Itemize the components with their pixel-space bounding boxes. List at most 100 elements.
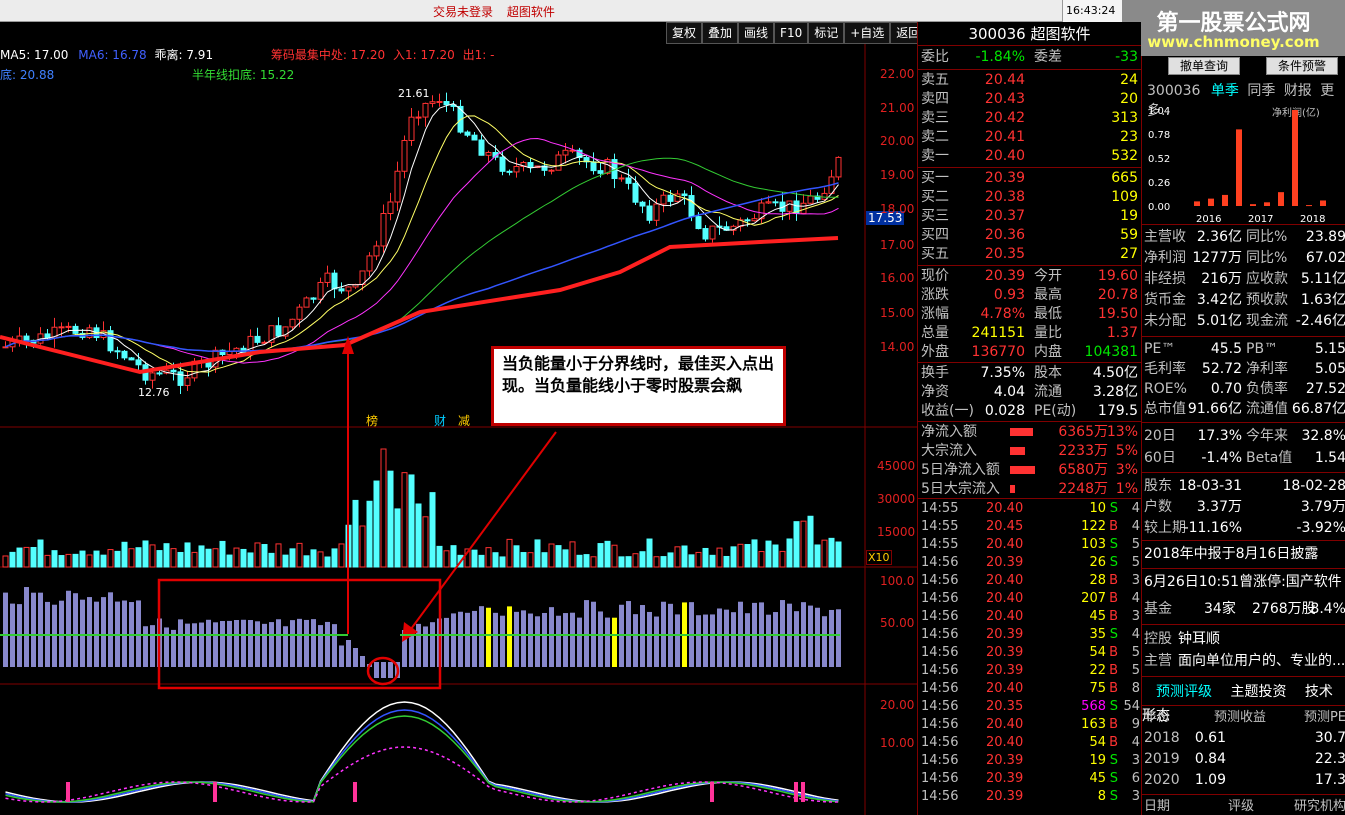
candle	[296, 304, 303, 328]
stat-value: 4.78%	[980, 306, 1025, 322]
volume-bar	[261, 544, 268, 568]
energy-bar	[640, 605, 645, 667]
val-value: 52.72	[1201, 361, 1242, 377]
energy-bar	[724, 609, 729, 667]
cancel-query-button[interactable]: 撤单查询	[1168, 57, 1240, 75]
energy-bar	[101, 597, 106, 667]
candle	[324, 265, 331, 287]
login-status-link[interactable]: 交易未登录	[433, 5, 493, 19]
tick-count: 4	[1131, 519, 1140, 534]
volume-bar	[604, 540, 611, 568]
energy-bar	[192, 623, 197, 667]
candle	[373, 240, 380, 261]
volume-bar	[275, 543, 282, 568]
energy-bar	[717, 608, 722, 667]
tick-count: 4	[1131, 735, 1140, 750]
energy-bar	[500, 615, 505, 667]
tab-same-quarter[interactable]: 同季	[1247, 83, 1275, 99]
energy-bar	[451, 613, 456, 667]
tick-price: 20.45	[986, 519, 1024, 534]
volume-bar	[534, 539, 541, 568]
flow-bar	[1010, 466, 1035, 474]
volume-bar	[219, 540, 226, 568]
forecast-pe: 30.7	[1314, 730, 1345, 746]
tick-time: 14:56	[921, 573, 959, 588]
energy-bar	[521, 610, 526, 667]
tick-time: 14:55	[921, 501, 959, 516]
tab-forecast[interactable]: 预测评级	[1156, 684, 1212, 700]
energy-bar	[514, 611, 519, 667]
val-label-2: 净利率	[1246, 361, 1288, 377]
tick-time: 14:56	[921, 645, 959, 660]
candle	[128, 356, 135, 361]
volume-bar	[37, 539, 44, 568]
condition-alert-button[interactable]: 条件预警	[1266, 57, 1338, 75]
tick-direction: B	[1109, 735, 1118, 750]
buy-volume: 59	[1120, 227, 1138, 243]
signal-marker	[213, 782, 217, 802]
tick-direction: S	[1109, 789, 1118, 804]
tick-time: 14:56	[921, 771, 959, 786]
flow-bar	[1010, 485, 1015, 493]
volume-bar	[268, 552, 275, 568]
mini-x-tick: 2018	[1300, 214, 1325, 224]
mini-x-tick: 2016	[1196, 214, 1221, 224]
tick-direction: S	[1109, 753, 1118, 768]
volume-bar	[387, 470, 394, 568]
candle	[415, 110, 422, 126]
app-name-link[interactable]: 超图软件	[507, 5, 555, 19]
flow-label: 大宗流入	[921, 443, 977, 459]
sell-volume: 532	[1111, 148, 1138, 164]
energy-bar	[227, 620, 232, 667]
fin-row: 主营收 2.36亿 同比% 23.89	[1142, 227, 1345, 248]
volume-bar	[296, 542, 303, 568]
sell-label: 卖二	[921, 129, 949, 145]
tab-report[interactable]: 财报	[1284, 83, 1312, 99]
tick-volume: 19	[1089, 753, 1106, 768]
volume-bar	[2, 555, 9, 568]
volume-bar	[660, 556, 667, 568]
energy-bar	[465, 612, 470, 667]
volume-bar	[415, 503, 422, 568]
price-axis-tick: 22.00	[880, 67, 915, 81]
tick-time: 14:56	[921, 717, 959, 732]
holders-row: 户数 3.37万 3.79万	[1142, 497, 1345, 518]
stat-value: 0.93	[993, 287, 1025, 303]
volume-bar	[331, 548, 338, 568]
sell-row: 卖五 20.44 24	[918, 71, 1142, 90]
candle	[751, 213, 758, 222]
fundamental-label-2: 股本	[1034, 365, 1062, 381]
tab-theme[interactable]: 主题投资	[1230, 684, 1286, 700]
energy-bar	[416, 623, 421, 667]
tick-price: 20.39	[986, 627, 1024, 642]
holders-value: -11.16%	[1183, 520, 1242, 536]
candle	[555, 151, 562, 171]
volume-bar	[513, 545, 520, 568]
candle	[51, 317, 58, 348]
stock-title: 300036 超图软件	[918, 22, 1141, 46]
buy-volume: 19	[1120, 208, 1138, 224]
volume-bar	[492, 552, 499, 568]
val-value: 45.5	[1210, 341, 1242, 357]
tick-count: 4	[1131, 501, 1140, 516]
volume-axis-tick: 30000	[877, 492, 916, 506]
candle	[646, 199, 653, 224]
energy-bar	[815, 607, 820, 667]
fin-label: 主营收	[1144, 229, 1186, 245]
candle	[310, 297, 317, 304]
tab-single-quarter[interactable]: 单季	[1211, 83, 1239, 99]
buy-row: 买三 20.37 19	[918, 207, 1142, 226]
buy-price: 20.37	[984, 208, 1025, 224]
volume-bar	[737, 543, 744, 568]
energy-bar	[304, 619, 309, 667]
perf-row: 20日 17.3% 今年来 32.8%	[1142, 426, 1345, 447]
low-mark: 12.76	[138, 386, 170, 399]
energy-bar	[332, 624, 337, 667]
flow-label: 净流入额	[921, 424, 977, 440]
fin-label-2: 预收款	[1246, 292, 1288, 308]
forecast-eps: 0.61	[1194, 730, 1226, 746]
candle	[2, 341, 9, 349]
tick-volume: 54	[1089, 735, 1106, 750]
flow-label: 5日净流入额	[921, 462, 1000, 478]
fundamental-value-2: 4.50亿	[1092, 365, 1138, 381]
